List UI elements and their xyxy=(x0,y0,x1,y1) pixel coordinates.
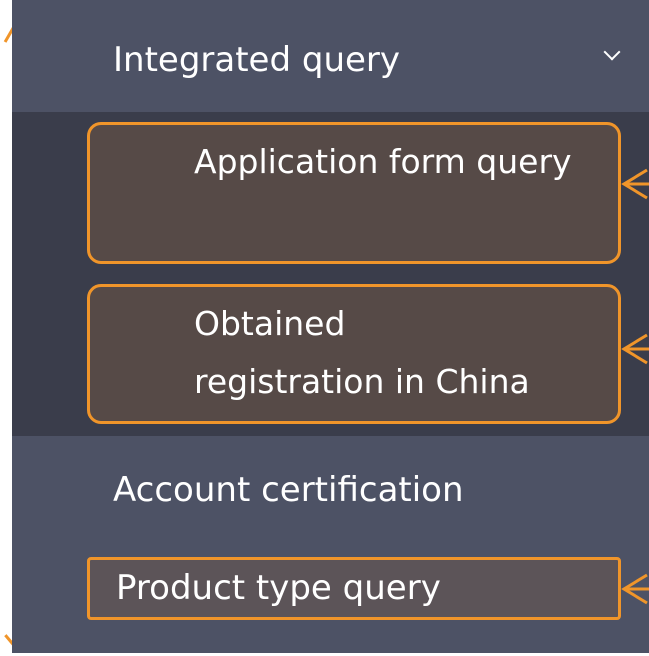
submenu-integrated-query: Application form query Obtained registra… xyxy=(12,112,649,436)
menu-group-label: Integrated query xyxy=(113,40,401,80)
annotation-arrow-icon xyxy=(619,572,649,606)
page-margin xyxy=(0,0,12,653)
annotation-arrow-icon xyxy=(619,332,649,366)
menu-item-account-certification[interactable]: Account certification xyxy=(113,468,464,512)
menu-item-label: Product type query xyxy=(116,568,441,608)
sidebar-menu: Integrated query Application form query … xyxy=(12,0,649,653)
submenu-item-label: Obtained registration in China xyxy=(194,295,530,411)
menu-group-integrated-query[interactable]: Integrated query xyxy=(12,0,649,112)
submenu-item-obtained-registration[interactable]: Obtained registration in China xyxy=(87,284,621,424)
submenu-item-label-line2: registration in China xyxy=(194,362,530,401)
submenu-item-label-line1: Obtained xyxy=(194,304,346,343)
annotation-arrow-icon xyxy=(619,167,649,201)
submenu-item-label: Application form query xyxy=(194,142,572,181)
menu-item-product-type-query[interactable]: Product type query xyxy=(87,557,621,620)
chevron-down-icon[interactable] xyxy=(603,43,621,61)
submenu-item-application-form-query[interactable]: Application form query xyxy=(87,122,621,264)
